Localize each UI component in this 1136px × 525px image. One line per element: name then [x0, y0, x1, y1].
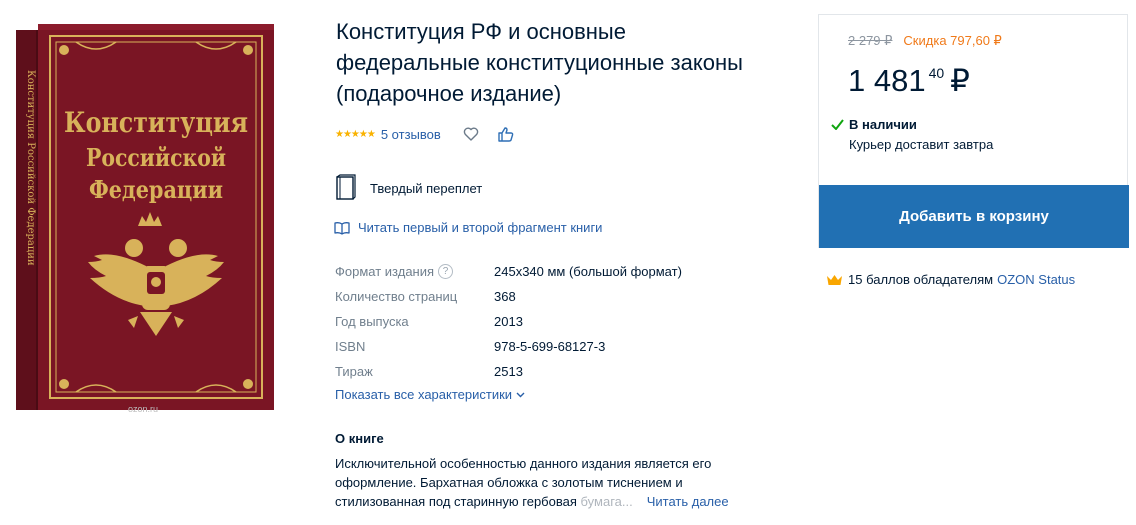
spec-row: Формат издания? 245х340 мм (большой форм…: [335, 259, 682, 284]
discount-label: Скидка 797,60 ₽: [903, 33, 1002, 48]
price: 1 481 40 ₽: [848, 61, 970, 101]
rating-stars: ★★★★★: [335, 128, 376, 140]
rating-row: ★★★★★ 5 отзывов: [335, 124, 514, 144]
specs-list: Формат издания? 245х340 мм (большой форм…: [335, 259, 682, 384]
spec-value: 978-5-699-68127-3: [494, 339, 606, 354]
spec-key: Формат издания: [335, 264, 435, 279]
product-title: Конституция РФ и основные федеральные ко…: [336, 19, 743, 106]
ozon-status-link[interactable]: OZON Status: [997, 272, 1075, 287]
binding-option[interactable]: Твердый переплет: [334, 174, 482, 202]
help-icon[interactable]: ?: [438, 264, 454, 279]
about-body-fade: бумага...: [580, 494, 633, 509]
spec-row: Тираж 2513: [335, 359, 682, 384]
spec-row: Год выпуска 2013: [335, 309, 682, 334]
show-all-specs-label: Показать все характеристики: [335, 387, 513, 402]
cover-title-line-2: Российской: [86, 143, 226, 172]
spec-value: 2013: [494, 314, 523, 329]
read-fragment-label: Читать первый и второй фрагмент книги: [358, 220, 603, 235]
open-book-icon: [334, 221, 350, 235]
buy-box: 2 279 ₽ Скидка 797,60 ₽ 1 481 40 ₽ В нал…: [818, 14, 1129, 248]
crown-icon: [827, 275, 842, 285]
about-text: Исключительной особенностью данного изда…: [335, 454, 765, 511]
old-price: 2 279 ₽: [848, 33, 893, 48]
price-rubles: 1 481: [848, 63, 926, 98]
binding-label: Твердый переплет: [370, 180, 483, 196]
status-bonus-text: 15 баллов обладателям: [848, 272, 994, 287]
price-kopecks: 40: [928, 65, 945, 81]
heart-icon[interactable]: [463, 126, 479, 142]
read-fragment-link[interactable]: Читать первый и второй фрагмент книги: [334, 220, 602, 235]
spec-value: 368: [494, 289, 516, 304]
spec-key: Тираж: [335, 364, 373, 379]
checkmark-icon: [831, 119, 844, 130]
chevron-down-icon: [516, 392, 525, 397]
status-bonus: 15 баллов обладателям OZON Status: [826, 272, 1075, 287]
cover-title-line-1: Конституция: [64, 106, 248, 139]
reviews-link[interactable]: 5 отзывов: [381, 127, 441, 142]
read-more-link[interactable]: Читать далее: [647, 494, 729, 509]
spec-row: Количество страниц 368: [335, 284, 682, 309]
spec-key: Количество страниц: [335, 289, 458, 304]
show-all-specs-link[interactable]: Показать все характеристики: [335, 387, 525, 402]
spec-row: ISBN 978-5-699-68127-3: [335, 334, 682, 359]
stock-status: В наличии: [849, 117, 917, 132]
price-currency: ₽: [950, 63, 970, 98]
cover-spine-text: Конституция Российской Федерации: [25, 70, 36, 266]
spec-value: 2513: [494, 364, 523, 379]
thumbs-up-icon[interactable]: [497, 126, 514, 143]
cover-watermark: ozon.ru: [128, 404, 159, 414]
add-to-cart-button[interactable]: Добавить в корзину: [819, 185, 1129, 248]
product-image[interactable]: Конституция Российской Федерации Констит…: [8, 20, 280, 420]
delivery-info: Курьер доставит завтра: [849, 137, 994, 152]
spec-key: Год выпуска: [335, 314, 409, 329]
book-cover: Конституция Российской Федерации Констит…: [16, 24, 274, 410]
about-title: О книге: [335, 431, 384, 446]
book-binding-icon: [336, 174, 356, 200]
spec-key: ISBN: [335, 339, 366, 354]
spec-value: 245х340 мм (большой формат): [494, 264, 682, 279]
cover-title-line-3: Федерации: [89, 175, 223, 204]
